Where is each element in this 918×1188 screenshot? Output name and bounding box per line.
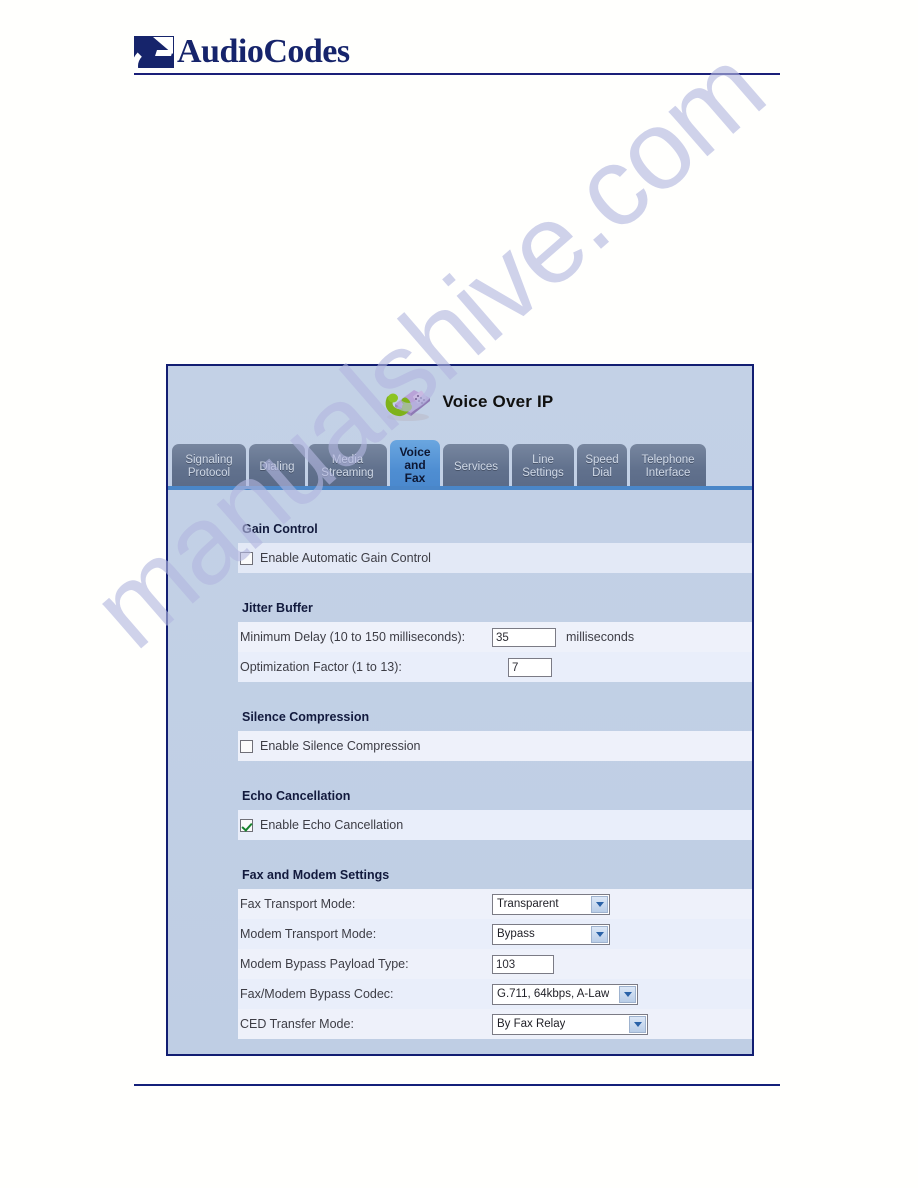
chevron-down-icon[interactable] xyxy=(619,985,636,1003)
label-enable-silence-compression: Enable Silence Compression xyxy=(260,739,421,753)
settings-form: Gain Control Enable Automatic Gain Contr… xyxy=(168,490,752,1039)
tab-media-streaming[interactable]: Media Streaming xyxy=(308,444,387,490)
tab-line-settings[interactable]: Line Settings xyxy=(512,444,574,490)
footer-divider xyxy=(134,1084,780,1086)
tab-signaling-protocol[interactable]: Signaling Protocol xyxy=(172,444,246,490)
select-fax-transport-mode-value: Transparent xyxy=(497,898,559,910)
row-optimization-factor: Optimization Factor (1 to 13): 7 xyxy=(238,652,752,682)
page-title: Voice Over IP xyxy=(442,392,554,411)
row-enable-echo-cancellation[interactable]: Enable Echo Cancellation xyxy=(238,810,752,840)
logo-word-codes: Codes xyxy=(263,33,350,70)
telephone-icon xyxy=(381,382,433,422)
select-ced-transfer-mode-value: By Fax Relay xyxy=(497,1018,566,1030)
tab-voice-and-fax[interactable]: Voice and Fax xyxy=(390,440,440,490)
row-minimum-delay: Minimum Delay (10 to 150 milliseconds): … xyxy=(238,622,752,652)
checkbox-enable-automatic-gain-control[interactable] xyxy=(240,551,253,565)
select-modem-transport-mode[interactable]: Bypass xyxy=(492,923,610,945)
row-modem-bypass-payload-type: Modem Bypass Payload Type: 103 xyxy=(238,949,752,979)
label-fax-modem-bypass-codec: Fax/Modem Bypass Codec: xyxy=(240,987,394,1001)
chevron-down-icon[interactable] xyxy=(591,925,608,943)
section-title-jitter-buffer: Jitter Buffer xyxy=(242,601,313,615)
label-modem-bypass-payload-type: Modem Bypass Payload Type: xyxy=(240,957,409,971)
audiocodes-logo: AudioCodes xyxy=(134,30,780,70)
checkbox-enable-silence-compression[interactable] xyxy=(240,739,253,753)
section-fax-and-modem-settings: Fax and Modem Settings Fax Transport Mod… xyxy=(168,858,752,1039)
page-header: AudioCodes xyxy=(134,30,780,76)
label-enable-echo-cancellation: Enable Echo Cancellation xyxy=(260,818,404,832)
row-fax-modem-bypass-codec: Fax/Modem Bypass Codec: G.711, 64kbps, A… xyxy=(238,979,752,1009)
input-modem-bypass-payload-type[interactable]: 103 xyxy=(492,954,554,974)
label-minimum-delay: Minimum Delay (10 to 150 milliseconds): xyxy=(240,630,466,644)
tab-strip: Signaling Protocol Dialing Media Streami… xyxy=(168,438,752,490)
select-ced-transfer-mode[interactable]: By Fax Relay xyxy=(492,1013,648,1035)
row-enable-silence-compression[interactable]: Enable Silence Compression xyxy=(238,731,752,761)
label-optimization-factor: Optimization Factor (1 to 13): xyxy=(240,660,402,674)
section-title-echo-cancellation: Echo Cancellation xyxy=(242,789,351,803)
input-optimization-factor[interactable]: 7 xyxy=(508,657,552,677)
tab-telephone-interface[interactable]: Telephone Interface xyxy=(630,444,706,490)
row-enable-automatic-gain-control[interactable]: Enable Automatic Gain Control xyxy=(238,543,752,573)
section-gain-control: Gain Control Enable Automatic Gain Contr… xyxy=(168,512,752,573)
label-fax-transport-mode: Fax Transport Mode: xyxy=(240,897,356,911)
section-title-gain-control: Gain Control xyxy=(242,522,318,536)
label-enable-automatic-gain-control: Enable Automatic Gain Control xyxy=(260,551,431,565)
row-modem-transport-mode: Modem Transport Mode: Bypass xyxy=(238,919,752,949)
checkbox-enable-echo-cancellation[interactable] xyxy=(240,818,253,832)
row-fax-transport-mode: Fax Transport Mode: Transparent xyxy=(238,889,752,919)
select-modem-transport-mode-value: Bypass xyxy=(497,928,535,940)
select-fax-modem-bypass-codec-value: G.711, 64kbps, A-Law xyxy=(497,988,610,1000)
voip-configuration-panel: Voice Over IP Signaling Protocol Dialing… xyxy=(166,364,754,1056)
label-ced-transfer-mode: CED Transfer Mode: xyxy=(240,1017,354,1031)
section-title-fax-and-modem-settings: Fax and Modem Settings xyxy=(242,868,390,882)
row-ced-transfer-mode: CED Transfer Mode: By Fax Relay xyxy=(238,1009,752,1039)
logo-wordmark: AudioCodes xyxy=(177,33,350,70)
section-title-silence-compression: Silence Compression xyxy=(242,710,370,724)
tab-speed-dial[interactable]: Speed Dial xyxy=(577,444,627,490)
input-minimum-delay[interactable]: 35 xyxy=(492,627,556,647)
header-divider xyxy=(134,73,780,75)
tab-dialing[interactable]: Dialing xyxy=(249,444,305,490)
panel-title-bar: Voice Over IP xyxy=(168,366,752,438)
label-modem-transport-mode: Modem Transport Mode: xyxy=(240,927,377,941)
audiocodes-logo-icon xyxy=(134,36,174,68)
chevron-down-icon[interactable] xyxy=(629,1015,646,1033)
unit-minimum-delay: milliseconds xyxy=(566,630,635,644)
tab-underline xyxy=(168,486,752,490)
chevron-down-icon[interactable] xyxy=(591,895,608,913)
tab-services[interactable]: Services xyxy=(443,444,509,490)
section-echo-cancellation: Echo Cancellation Enable Echo Cancellati… xyxy=(168,779,752,840)
select-fax-modem-bypass-codec[interactable]: G.711, 64kbps, A-Law xyxy=(492,983,638,1005)
select-fax-transport-mode[interactable]: Transparent xyxy=(492,893,610,915)
section-silence-compression: Silence Compression Enable Silence Compr… xyxy=(168,700,752,761)
section-jitter-buffer: Jitter Buffer Minimum Delay (10 to 150 m… xyxy=(168,591,752,682)
logo-word-audio: Audio xyxy=(177,33,264,70)
